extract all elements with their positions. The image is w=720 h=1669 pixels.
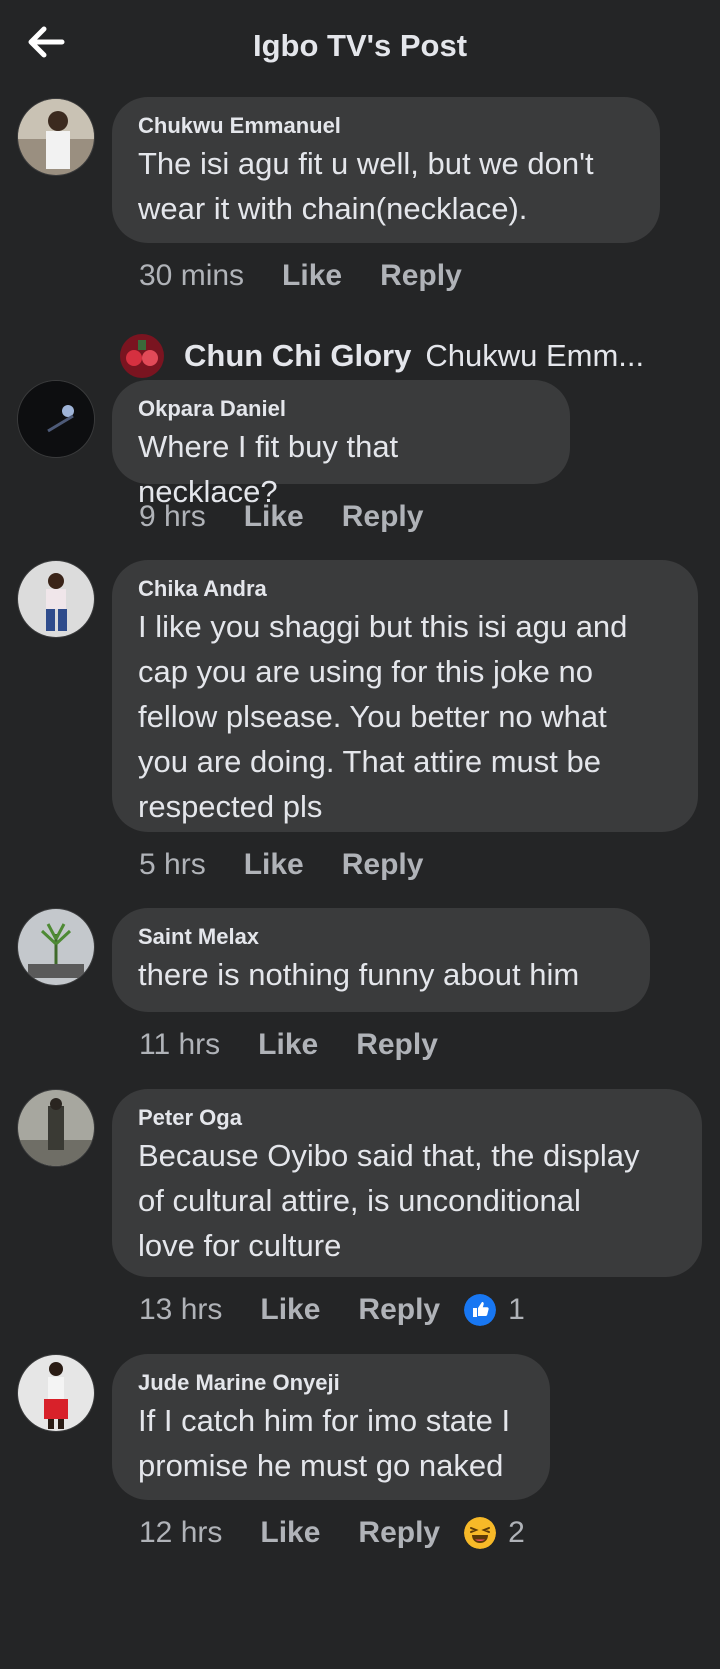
comment-text: I like you shaggi but this isi agu and ca… xyxy=(138,609,628,824)
comment-author[interactable]: Chukwu Emmanuel xyxy=(138,113,634,139)
avatar-okpara-daniel[interactable] xyxy=(17,380,95,458)
avatar-chun-chi-glory xyxy=(120,334,164,378)
reaction-summary[interactable]: 1 xyxy=(464,1293,525,1327)
comment-time: 11 hrs xyxy=(139,1028,221,1061)
comment-bubble: Peter Oga Because Oyibo said that, the d… xyxy=(112,1089,702,1277)
reply-button[interactable]: Reply xyxy=(342,848,424,882)
like-button[interactable]: Like xyxy=(258,1028,318,1062)
reply-preview[interactable]: Chun Chi Glory Chukwu Emm... xyxy=(120,332,644,380)
comment-time: 12 hrs xyxy=(139,1516,223,1549)
comment-author[interactable]: Jude Marine Onyeji xyxy=(138,1370,524,1396)
laughing-emoji-icon xyxy=(464,1517,497,1549)
reply-button[interactable]: Reply xyxy=(356,1028,438,1062)
reply-button[interactable]: Reply xyxy=(358,1293,440,1327)
comment-text: there is nothing funny about him xyxy=(138,957,580,992)
comment-actions: 9 hrs Like Reply xyxy=(139,497,423,537)
reaction-count: 2 xyxy=(508,1516,525,1549)
page-title: Igbo TV's Post xyxy=(252,28,468,63)
comment-time: 9 hrs xyxy=(139,500,206,533)
comment-time: 13 hrs xyxy=(139,1293,223,1326)
comment-bubble: Saint Melax there is nothing funny about… xyxy=(112,908,650,1012)
reply-button[interactable]: Reply xyxy=(358,1516,440,1550)
like-button[interactable]: Like xyxy=(260,1293,320,1327)
comment-author[interactable]: Okpara Daniel xyxy=(138,396,544,422)
like-button[interactable]: Like xyxy=(282,259,342,293)
comment-actions: 12 hrs Like Reply 2 xyxy=(139,1513,525,1553)
comment-bubble: Jude Marine Onyeji If I catch him for im… xyxy=(112,1354,550,1500)
comment-author[interactable]: Chika Andra xyxy=(138,576,672,602)
reaction-count: 1 xyxy=(508,1293,525,1326)
comment-bubble: Chukwu Emmanuel The isi agu fit u well, … xyxy=(112,97,660,243)
like-button[interactable]: Like xyxy=(244,848,304,882)
avatar-chika-andra[interactable] xyxy=(17,560,95,638)
avatar-saint-melax[interactable] xyxy=(17,908,95,986)
reply-button[interactable]: Reply xyxy=(342,500,424,534)
comment-bubble: Chika Andra I like you shaggi but this i… xyxy=(112,560,698,832)
avatar-jude-marine-onyeji[interactable] xyxy=(17,1354,95,1432)
comment-author[interactable]: Saint Melax xyxy=(138,924,624,950)
like-button[interactable]: Like xyxy=(260,1516,320,1550)
comment-text: Because Oyibo said that, the display of c… xyxy=(138,1138,640,1263)
like-button[interactable]: Like xyxy=(244,500,304,534)
comment-text: The isi agu fit u well, but we don't wear… xyxy=(138,146,594,226)
reply-button[interactable]: Reply xyxy=(380,259,462,293)
comment-author[interactable]: Peter Oga xyxy=(138,1105,676,1131)
avatar-peter-oga[interactable] xyxy=(17,1089,95,1167)
reply-snippet: Chukwu Emm... xyxy=(425,338,645,373)
comment-text: If I catch him for imo state Ipromise he… xyxy=(138,1403,511,1483)
comment-time: 5 hrs xyxy=(139,848,206,881)
thumbs-up-icon xyxy=(464,1294,497,1326)
comment-bubble: Okpara Daniel Where I fit buy that neckl… xyxy=(112,380,570,509)
comment-time: 30 mins xyxy=(139,259,245,292)
avatar-chukwu-emmanuel[interactable] xyxy=(17,98,95,176)
comment-actions: 11 hrs Like Reply xyxy=(139,1025,438,1065)
comment-actions: 30 mins Like Reply xyxy=(139,256,462,296)
reply-author: Chun Chi Glory xyxy=(184,338,412,373)
top-bar: Igbo TV's Post xyxy=(0,0,720,92)
reaction-summary[interactable]: 2 xyxy=(464,1516,525,1550)
comment-actions: 13 hrs Like Reply 1 xyxy=(139,1290,525,1330)
comment-actions: 5 hrs Like Reply xyxy=(139,845,423,885)
